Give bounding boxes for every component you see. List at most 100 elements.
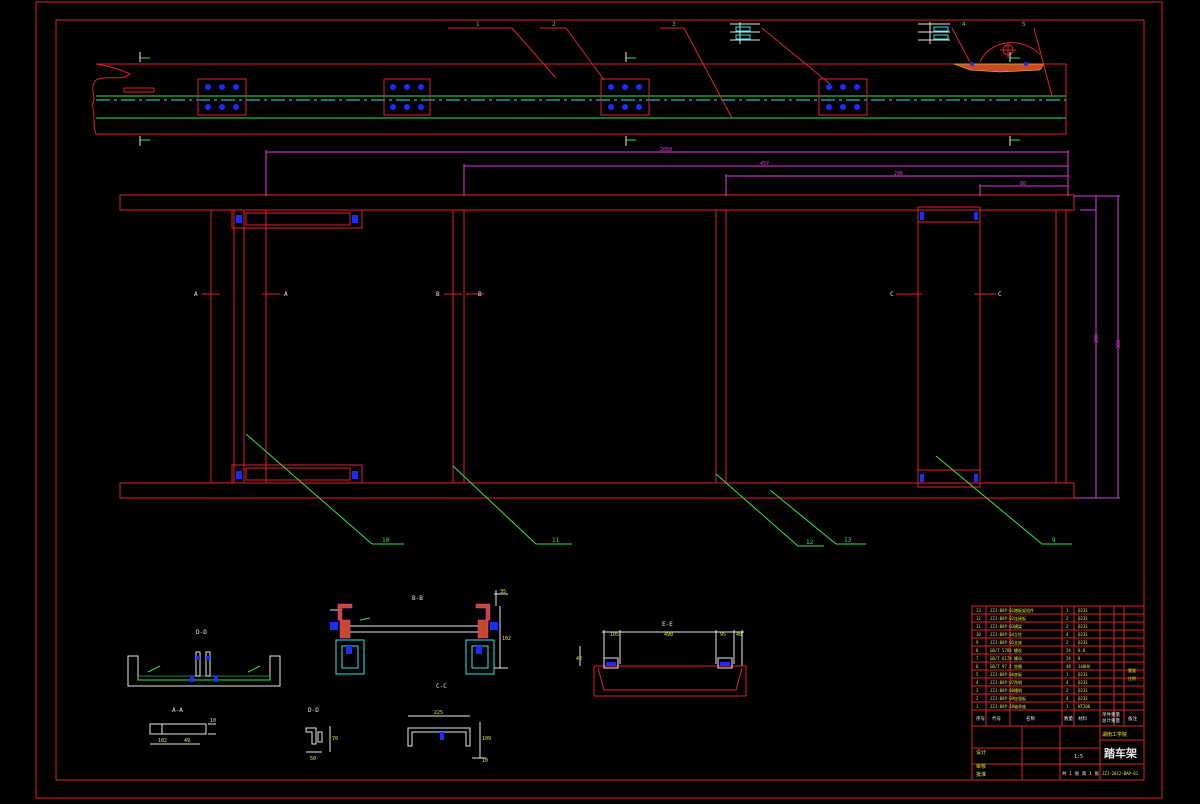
svg-text:2: 2: [1066, 640, 1069, 645]
view-title-bb: B-B: [412, 595, 423, 602]
svg-text:9: 9: [976, 640, 979, 645]
school-name: 湖南工学院: [1102, 731, 1127, 738]
svg-text:JZJ-BAP-06: JZJ-BAP-06: [990, 672, 1015, 677]
svg-text:5: 5: [976, 672, 979, 677]
svg-text:4: 4: [1066, 680, 1069, 685]
dim-span-2: 296: [894, 171, 903, 177]
svg-text:1: 1: [1066, 608, 1069, 613]
dim-bb-flange: 35: [500, 589, 506, 595]
svg-text:螺栓: 螺栓: [1014, 647, 1022, 653]
svg-text:7: 7: [976, 656, 979, 661]
svg-text:13: 13: [976, 608, 981, 613]
svg-text:12: 12: [976, 616, 981, 621]
leader-2: 2: [552, 21, 556, 28]
dim-aa-thk: 10: [210, 718, 216, 724]
svg-text:螺母: 螺母: [1014, 655, 1022, 661]
bom-header-material: 材料: [1078, 715, 1087, 722]
svg-text:Q235: Q235: [1078, 672, 1088, 677]
svg-text:Q235: Q235: [1078, 624, 1088, 629]
svg-text:1: 1: [1066, 672, 1069, 677]
svg-text:JZJ-BAP-07: JZJ-BAP-07: [990, 680, 1015, 685]
dim-ff-height: 109: [482, 736, 491, 742]
cad-drawing: A A B B C C 10 11 12 13 9 2050 457 296 8…: [35, 1, 1163, 799]
section-dd-view: D-D: [127, 629, 281, 687]
svg-text:重量: 重量: [1128, 667, 1136, 673]
svg-text:10: 10: [976, 632, 981, 637]
svg-text:Q235: Q235: [1078, 608, 1088, 613]
svg-text:HT200: HT200: [1078, 704, 1091, 709]
dim-ee-width: 490: [664, 632, 673, 638]
svg-text:JZJ-BAP-01: JZJ-BAP-01: [990, 608, 1015, 613]
svg-text:2: 2: [1066, 616, 1069, 621]
drawing-number: JZJ-2012-BAP-01: [1102, 771, 1139, 776]
svg-text:Q235: Q235: [1078, 688, 1088, 693]
dim-ee-edge: 40: [736, 632, 742, 638]
section-bb-view: B-B 35 102 C-C: [330, 589, 511, 690]
svg-text:垫圈: 垫圈: [1014, 663, 1022, 669]
designer-label: 设计: [976, 749, 986, 756]
drawing-name: 踏车架: [1104, 746, 1137, 760]
svg-text:48: 48: [1066, 664, 1071, 669]
dim-span-3: 80: [1020, 181, 1026, 187]
svg-text:GB/T 97.1: GB/T 97.1: [990, 664, 1012, 669]
connection-plate: [600, 78, 650, 116]
bom-header-total-weight: 总计重量: [1102, 717, 1120, 724]
dim-aa-web: 49: [184, 738, 190, 744]
dim-overall-length: 2050: [660, 147, 672, 153]
svg-text:24: 24: [1066, 648, 1071, 653]
dim-span-1: 457: [760, 161, 769, 167]
svg-text:4: 4: [1066, 696, 1069, 701]
svg-text:1: 1: [1066, 704, 1069, 709]
connection-plate: [383, 78, 431, 116]
dim-dd-height: 70: [332, 736, 338, 742]
section-ee-view: E-E 105 490 95 40 42: [576, 621, 747, 697]
dim-height-outer: 302: [1116, 340, 1122, 349]
svg-text:JZJ-BAP-09: JZJ-BAP-09: [990, 696, 1015, 701]
leader-13: 13: [844, 537, 852, 544]
svg-text:支座: 支座: [1014, 639, 1022, 645]
bom-header-code: 代号: [992, 715, 1001, 722]
leader-10: 10: [382, 537, 390, 544]
dim-ff-thk: 10: [482, 758, 488, 764]
svg-text:6: 6: [976, 664, 979, 669]
svg-text:11: 11: [976, 624, 981, 629]
view-title-dd-small: D-D: [308, 707, 319, 714]
dim-dd-width: 50: [310, 756, 316, 762]
svg-text:比例: 比例: [1128, 675, 1136, 681]
svg-text:立柱: 立柱: [1014, 631, 1022, 637]
sheet-border-outer: [35, 1, 1163, 799]
svg-text:GB/T 6170: GB/T 6170: [990, 656, 1012, 661]
svg-text:2: 2: [976, 696, 979, 701]
dim-height: 280: [1094, 334, 1100, 343]
connection-plate: [197, 78, 247, 116]
section-label-c-right: C: [998, 291, 1002, 298]
section-dd-small-view: D-D 50 70: [305, 707, 338, 762]
cad-drawing-canvas: A A B B C C 10 11 12 13 9 2050 457 296 8…: [0, 0, 1200, 800]
svg-text:JZJ-BAP-04: JZJ-BAP-04: [990, 632, 1015, 637]
bom-header-no: 序号: [976, 715, 985, 722]
title-block: 13 JZJ-BAP-01 踏板架组件 1 Q235 12 JZJ-BAP-02 连接板 2 Q…: [971, 605, 1145, 781]
section-label-b-right: B: [478, 291, 482, 298]
svg-text:8: 8: [976, 648, 979, 653]
dim-ee-right: 95: [720, 632, 726, 638]
section-aa-view: A-A 102 49 10: [149, 707, 216, 745]
svg-text:连接板: 连接板: [1014, 615, 1026, 621]
dim-bb-height: 102: [502, 636, 511, 642]
dim-aa-width: 102: [158, 738, 167, 744]
bom-header-unit-weight: 单件重量: [1102, 711, 1120, 718]
view-title-ee: E-E: [662, 621, 673, 628]
leader-11: 11: [552, 537, 560, 544]
svg-text:8.8: 8.8: [1078, 648, 1086, 653]
view-title-aa: A-A: [172, 707, 183, 714]
scale: 1:5: [1074, 754, 1083, 760]
section-label-a-left: A: [194, 291, 198, 298]
view-title-dd: D-D: [196, 629, 207, 636]
svg-text:4: 4: [1066, 632, 1069, 637]
dim-ee-left: 105: [610, 632, 619, 638]
svg-text:JZJ-BAP-08: JZJ-BAP-08: [990, 688, 1015, 693]
section-label-c-left: C: [890, 291, 894, 298]
svg-text:JZJ-BAP-05: JZJ-BAP-05: [990, 640, 1015, 645]
svg-text:GB/T 5783: GB/T 5783: [990, 648, 1012, 653]
svg-text:Q235: Q235: [1078, 640, 1088, 645]
svg-text:Q235: Q235: [1078, 696, 1088, 701]
